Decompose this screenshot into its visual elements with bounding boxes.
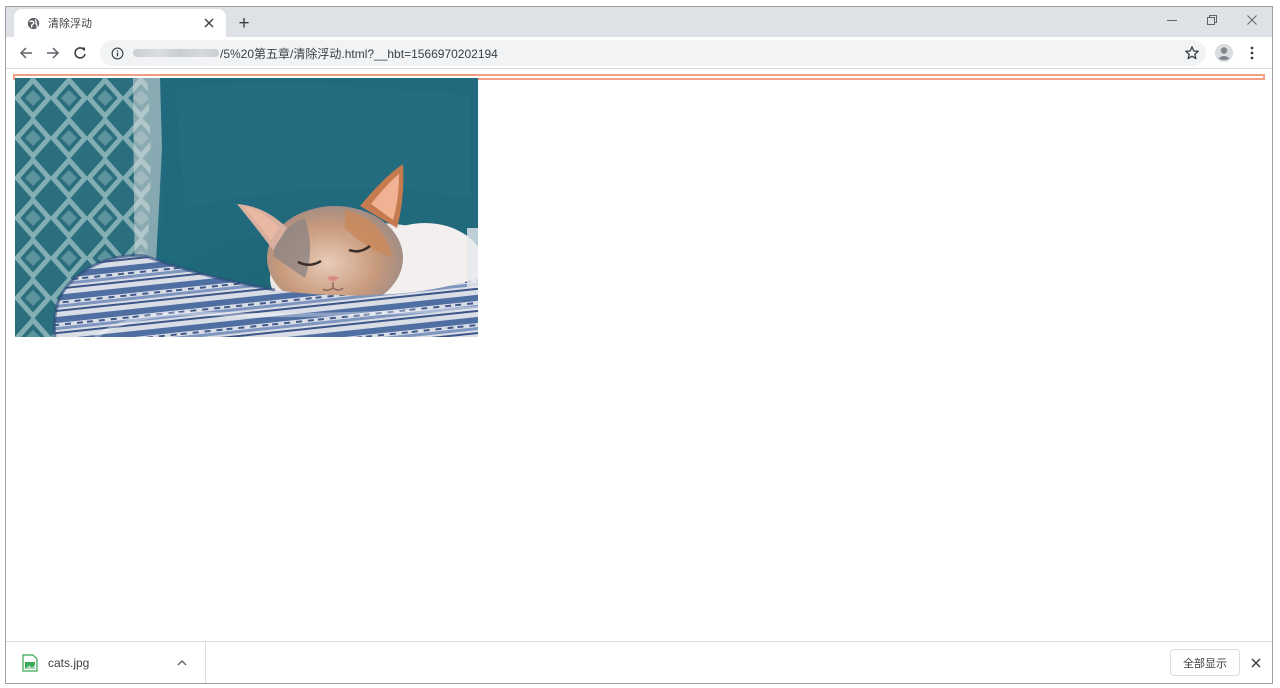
chevron-up-icon[interactable] — [173, 654, 191, 672]
star-icon[interactable] — [1184, 45, 1200, 61]
download-file-name: cats.jpg — [48, 655, 90, 670]
close-icon[interactable] — [1248, 655, 1264, 671]
tab-strip: 清除浮动 + — [6, 7, 1272, 37]
minimize-icon[interactable] — [1152, 7, 1192, 33]
toolbar: /5%20第五章/清除浮动.html?__hbt=1566970202194 — [6, 37, 1272, 69]
tab-title: 清除浮动 — [48, 18, 92, 30]
show-all-button[interactable]: 全部显示 — [1170, 649, 1240, 676]
restore-icon[interactable] — [1192, 7, 1232, 33]
download-item[interactable]: cats.jpg — [6, 642, 206, 683]
globe-icon — [26, 16, 40, 30]
url-host-blurred — [133, 49, 219, 57]
avatar-icon[interactable] — [1214, 43, 1234, 63]
address-bar[interactable]: /5%20第五章/清除浮动.html?__hbt=1566970202194 — [100, 40, 1206, 66]
arrow-right-icon[interactable] — [41, 41, 65, 65]
cat-photo — [15, 78, 478, 337]
arrow-left-icon[interactable] — [14, 41, 38, 65]
close-icon[interactable] — [200, 14, 218, 32]
image-file-icon — [22, 653, 38, 672]
window-close-icon[interactable] — [1232, 7, 1272, 33]
new-tab-button[interactable]: + — [234, 13, 254, 33]
page-content — [6, 70, 1272, 643]
reload-icon[interactable] — [68, 41, 92, 65]
kebab-menu-icon[interactable] — [1244, 45, 1260, 61]
window-controls — [1152, 7, 1272, 37]
info-icon[interactable] — [109, 45, 125, 61]
tab-active[interactable]: 清除浮动 — [14, 9, 226, 37]
url-text: /5%20第五章/清除浮动.html?__hbt=1566970202194 — [220, 46, 498, 61]
download-shelf: cats.jpg 全部显示 — [6, 641, 1272, 683]
browser-window: 清除浮动 + /5%20第五章/清除浮动.html?__hbt=15669702… — [5, 6, 1273, 684]
